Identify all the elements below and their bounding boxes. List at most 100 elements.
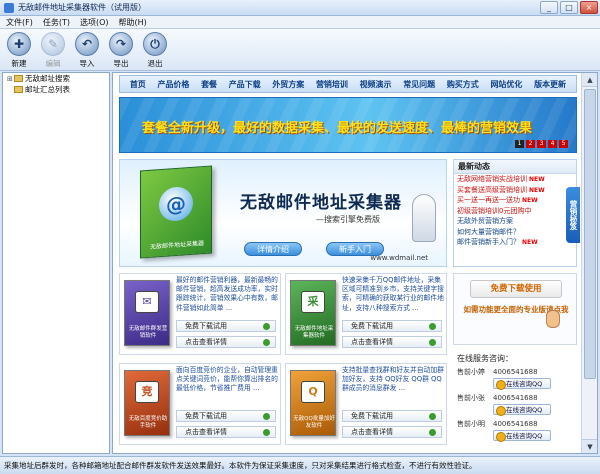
import-button[interactable]: ↶ 导入 <box>72 29 102 69</box>
exit-button[interactable]: ⏻ 退出 <box>140 29 170 69</box>
arrow-icon <box>263 429 270 436</box>
news-item[interactable]: 邮件营销新手入门？ NEW <box>454 237 576 248</box>
at-icon: @ <box>159 185 193 223</box>
free-download-button[interactable]: 免费下载试用 <box>342 320 442 332</box>
tree-item-email-list[interactable]: 邮址汇总列表 <box>3 84 109 95</box>
banner-dot-3[interactable]: 3 <box>537 140 546 148</box>
tree-item-email-search[interactable]: ⊞ 无敌邮址搜索 <box>3 73 109 84</box>
menu-help[interactable]: 帮助(H) <box>119 17 147 28</box>
arrow-icon <box>263 339 270 346</box>
promo-banner[interactable]: 套餐全新升级，最好的数据采集、最快的发送速度、最棒的营销效果 1 2 3 4 5 <box>119 97 577 153</box>
view-details-button[interactable]: 点击查看详情 <box>342 336 442 348</box>
news-item[interactable]: 无敌网络营销实战培训 NEW <box>454 174 576 185</box>
nav-training[interactable]: 营销培训 <box>316 79 348 90</box>
product-box-image: @ 无敌邮件地址采集器 <box>140 165 212 259</box>
details-button[interactable]: 详情介绍 <box>244 242 302 256</box>
nav-video[interactable]: 视频演示 <box>360 79 392 90</box>
window-controls: _ □ × <box>540 1 598 14</box>
free-download-button[interactable]: 免费下载试用 <box>176 320 276 332</box>
nav-faq[interactable]: 常见问题 <box>403 79 435 90</box>
marketing-tips-tab[interactable]: 营销秘笈 <box>566 187 580 243</box>
app-icon <box>4 2 14 13</box>
power-icon: ⏻ <box>143 32 167 56</box>
site-nav: 首页 产品价格 套餐 产品下载 外贸方案 营销培训 视频演示 常见问题 购买方式… <box>119 75 577 93</box>
free-download-button[interactable]: 免费下载试用 <box>176 410 276 422</box>
nav-trade[interactable]: 外贸方案 <box>272 79 304 90</box>
side-panel: 免费下载使用 如需功能更全面的专业版请点我 在线服务咨询： 售前小婷 40065… <box>453 273 577 453</box>
edit-button[interactable]: ✎ 编辑 <box>38 29 68 69</box>
arrow-icon <box>263 323 270 330</box>
collect-icon: 采 <box>301 291 325 313</box>
tree-item-label: 邮址汇总列表 <box>25 85 70 94</box>
news-item[interactable]: 如何大量营销邮件？ <box>454 227 576 238</box>
import-icon: ↶ <box>75 32 99 56</box>
expand-icon[interactable]: ⊞ <box>7 75 14 83</box>
export-button[interactable]: ↷ 导出 <box>106 29 136 69</box>
service-rep: 售前小明 4006541688 在线咨询QQ <box>453 419 577 443</box>
menu-task[interactable]: 任务(T) <box>43 17 70 28</box>
news-item[interactable]: 买套餐送高级营销培训 NEW <box>454 185 576 196</box>
arrow-icon <box>429 413 436 420</box>
product-card: 竞 无敌百度竞价助手软件 面向百度竞价的企业，自动管理重点关键词竞价，能帮你算出… <box>119 363 281 445</box>
new-icon: ✚ <box>7 32 31 56</box>
export-icon: ↷ <box>109 32 133 56</box>
tree-item-label: 无敌邮址搜索 <box>25 74 70 83</box>
menu-file[interactable]: 文件(F) <box>6 17 33 28</box>
banner-dot-4[interactable]: 4 <box>548 140 557 148</box>
hero-subtitle: —搜索引擎免费版 <box>316 215 380 224</box>
nav-package[interactable]: 套餐 <box>201 79 217 90</box>
vertical-scrollbar[interactable]: ▲ ▼ <box>581 73 597 453</box>
qq-chat-button[interactable]: 在线咨询QQ <box>493 404 551 416</box>
folder-icon <box>14 86 23 93</box>
arrow-icon <box>263 413 270 420</box>
product-box-name: 无敌邮件群发营销软件 <box>128 326 168 339</box>
maximize-button[interactable]: □ <box>560 1 578 14</box>
scroll-up-icon[interactable]: ▲ <box>582 73 597 87</box>
new-badge: NEW <box>522 239 538 246</box>
rep-name: 售前小明 <box>457 420 485 428</box>
qq-chat-button[interactable]: 在线咨询QQ <box>493 378 551 390</box>
nav-seo[interactable]: 网站优化 <box>490 79 522 90</box>
menu-bar: 文件(F) 任务(T) 选项(O) 帮助(H) <box>0 16 600 29</box>
banner-dot-5[interactable]: 5 <box>559 140 568 148</box>
banner-pager: 1 2 3 4 5 <box>515 140 568 148</box>
nav-home[interactable]: 首页 <box>130 79 146 90</box>
view-details-button[interactable]: 点击查看详情 <box>342 426 442 438</box>
view-details-button[interactable]: 点击查看详情 <box>176 426 276 438</box>
nav-buy[interactable]: 购买方式 <box>447 79 479 90</box>
scroll-thumb[interactable] <box>584 89 596 379</box>
news-item[interactable]: 初级营销培训0元团购中 <box>454 206 576 217</box>
window-title: 无敌邮件地址采集器软件（试用版） <box>18 3 146 12</box>
product-box-image: Q 无敌QQ批量加好友软件 <box>290 370 336 436</box>
minimize-button[interactable]: _ <box>540 1 558 14</box>
rep-phone: 4006541688 <box>493 420 538 428</box>
menu-options[interactable]: 选项(O) <box>80 17 109 28</box>
banner-dot-2[interactable]: 2 <box>526 140 535 148</box>
view-details-button[interactable]: 点击查看详情 <box>176 336 276 348</box>
rep-phone: 4006541688 <box>493 368 538 376</box>
banner-dot-1[interactable]: 1 <box>515 140 524 148</box>
product-box-name: 无敌百度竞价助手软件 <box>128 416 168 429</box>
product-description: 快速采集千万QQ邮件地址，采集区域可精准到乡市，支持关键字搜索，可精确的获取某行… <box>342 276 444 312</box>
qq-chat-button[interactable]: 在线咨询QQ <box>493 430 551 442</box>
news-item[interactable]: 无敌外贸营销方案 <box>454 216 576 227</box>
scroll-down-icon[interactable]: ▼ <box>582 439 597 453</box>
nav-download[interactable]: 产品下载 <box>229 79 261 90</box>
news-item[interactable]: 买一送一再送一送功 NEW <box>454 195 576 206</box>
close-button[interactable]: × <box>580 1 598 14</box>
hero-title: 无敌邮件地址采集器 <box>240 193 402 213</box>
folder-icon <box>14 75 23 82</box>
product-box-image: ✉ 无敌邮件群发营销软件 <box>124 280 170 346</box>
title-bar: 无敌邮件地址采集器软件（试用版） _ □ × <box>0 0 600 16</box>
service-rep: 售前小张 4006541688 在线咨询QQ <box>453 393 577 417</box>
free-download-button[interactable]: 免费下载试用 <box>342 410 442 422</box>
new-button[interactable]: ✚ 新建 <box>4 29 34 69</box>
product-description: 面向百度竞价的企业，自动管理重点关键词竞价，能帮你算出排名的最低价格，节省推广费… <box>176 366 278 393</box>
nav-update[interactable]: 版本更新 <box>534 79 566 90</box>
free-download-box: 免费下载使用 如需功能更全面的专业版请点我 <box>453 273 577 345</box>
toolbar: ✚ 新建 ✎ 编辑 ↶ 导入 ↷ 导出 ⏻ 退出 <box>0 29 600 71</box>
nav-price[interactable]: 产品价格 <box>157 79 189 90</box>
edit-icon: ✎ <box>41 32 65 56</box>
export-label: 导出 <box>113 59 129 68</box>
free-use-button[interactable]: 免费下载使用 <box>470 280 562 298</box>
